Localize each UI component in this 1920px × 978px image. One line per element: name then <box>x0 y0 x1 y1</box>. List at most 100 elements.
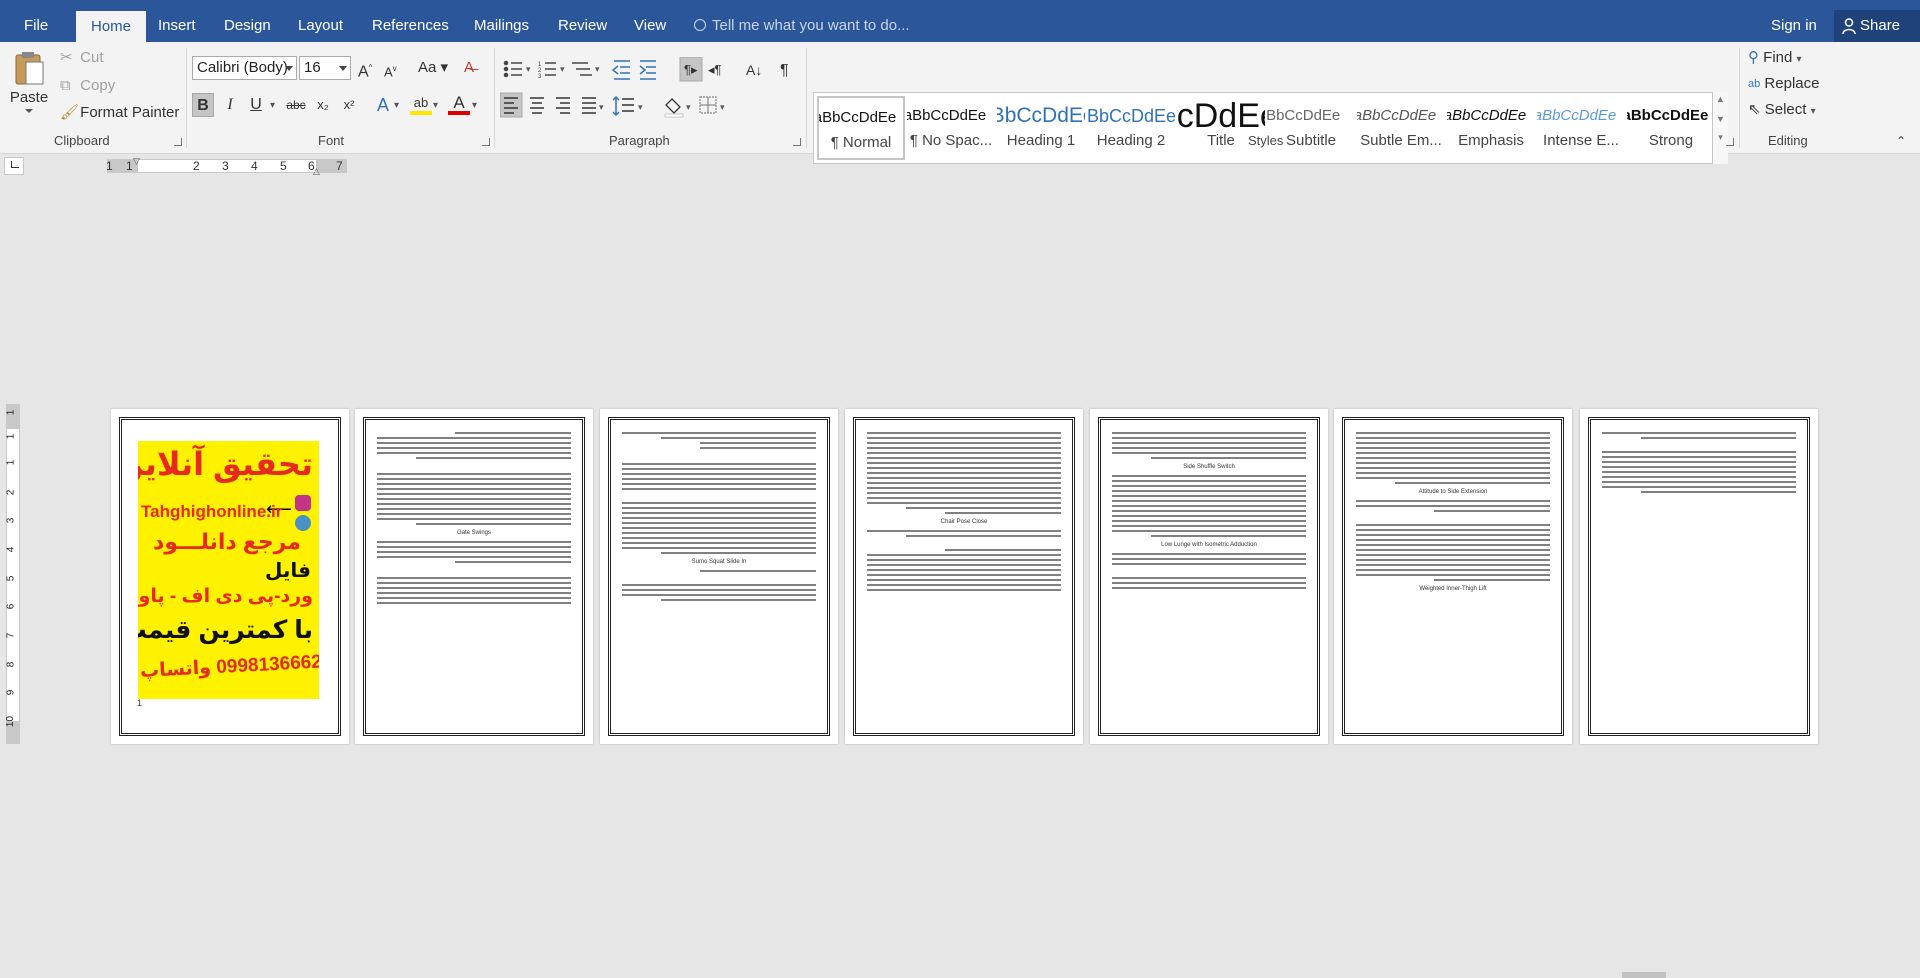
figure-caption: Sumo Squat Slide In <box>691 559 747 565</box>
font-name-box[interactable]: Calibri (Body) <box>192 56 297 80</box>
strikethrough-button[interactable]: abc <box>283 93 309 117</box>
right-indent-marker[interactable]: △ <box>313 166 320 177</box>
tab-references[interactable]: References <box>362 10 459 42</box>
select-button[interactable]: ⇖ Select ▾ <box>1748 99 1816 121</box>
page-5[interactable]: Side Shuffle Switch Low Lunge with Isome… <box>1090 409 1328 744</box>
ad-website: Tahghighonline.ir <box>141 502 283 521</box>
style-heading-1[interactable]: AaBbCcDdEe Heading 1 <box>997 96 1085 160</box>
first-line-indent-marker[interactable]: ▽ <box>133 156 140 167</box>
tab-selector[interactable] <box>4 157 24 175</box>
cut-button[interactable]: ✂ Cut <box>60 47 104 69</box>
find-button[interactable]: ⚲ Find ▾ <box>1748 47 1802 69</box>
clipboard-launcher-icon[interactable] <box>174 138 182 146</box>
tab-review[interactable]: Review <box>548 10 617 42</box>
font-launcher-icon[interactable] <box>482 138 490 146</box>
borders-icon <box>699 96 717 114</box>
change-case-icon: Aa <box>418 59 437 76</box>
ruler-tick: 3 <box>222 159 229 173</box>
change-case-button[interactable]: Aa ▾ <box>418 57 448 79</box>
chevron-down-icon[interactable]: ▼ <box>1713 114 1728 124</box>
style-sample: AaBbCcDdEe <box>819 109 897 126</box>
styles-launcher-icon[interactable] <box>1726 138 1734 146</box>
tab-mailings[interactable]: Mailings <box>464 10 539 42</box>
page-7[interactable] <box>1580 409 1818 744</box>
tab-file[interactable]: File <box>14 10 58 42</box>
tell-me-box[interactable]: Tell me what you want to do... <box>694 10 910 42</box>
page-6[interactable]: Attitude to Side Extension Weighted Inne… <box>1334 409 1572 744</box>
rtl-icon: ◂¶ <box>708 62 722 77</box>
share-button[interactable]: Share <box>1834 10 1920 42</box>
format-painter-button[interactable]: 🖌 Format Painter <box>60 102 179 124</box>
page-4[interactable]: Chair Pose Close <box>845 409 1083 744</box>
group-divider <box>494 48 495 148</box>
style-sample: AaBbCcDdEe <box>997 104 1085 127</box>
style-heading-2[interactable]: AaBbCcDdEe Heading 2 <box>1087 96 1175 160</box>
grow-font-button[interactable]: A^ <box>358 57 372 80</box>
collapse-ribbon-icon[interactable]: ⌃ <box>1896 134 1906 148</box>
style-title[interactable]: AaBbCcDdEe Title <box>1177 96 1265 160</box>
italic-button[interactable]: I <box>219 93 241 117</box>
styles-gallery-scroll[interactable]: ▲ ▼ ▾ <box>1712 92 1728 164</box>
shrink-font-icon: A <box>384 64 393 80</box>
chevron-down-icon[interactable]: ▾ <box>472 95 477 117</box>
group-divider <box>806 48 807 148</box>
style-sample: AaBbCcDdEe <box>1447 107 1527 124</box>
bold-button[interactable]: B <box>192 93 214 117</box>
tab-insert[interactable]: Insert <box>148 10 206 42</box>
tab-design[interactable]: Design <box>214 10 281 42</box>
scrollbar-thumb[interactable] <box>1622 972 1666 978</box>
cut-label: Cut <box>80 49 104 66</box>
paragraph-launcher-icon[interactable] <box>793 138 801 146</box>
style-intense-emphasis[interactable]: AaBbCcDdEe Intense E... <box>1537 96 1625 160</box>
multilevel-list-icon <box>572 62 592 76</box>
shrink-font-button[interactable]: Av <box>384 58 397 80</box>
copy-button[interactable]: ⧉ Copy <box>60 75 115 97</box>
ad-price: با کمترین قیمت بازار <box>138 616 313 644</box>
page-body: Chair Pose Close <box>857 421 1071 732</box>
style-subtle-emphasis[interactable]: AaBbCcDdEe Subtle Em... <box>1357 96 1445 160</box>
svg-text:▾: ▾ <box>599 102 604 112</box>
style-emphasis[interactable]: AaBbCcDdEe Emphasis <box>1447 96 1535 160</box>
figure-caption: Chair Pose Close <box>940 519 988 525</box>
chevron-down-icon[interactable]: ▾ <box>433 95 438 117</box>
sort-icon: A↓ <box>746 62 762 78</box>
chevron-down-icon[interactable]: ▾ <box>394 95 399 117</box>
text-effects-button[interactable]: A <box>372 93 394 117</box>
horizontal-scrollbar[interactable] <box>0 972 1920 978</box>
instagram-icon <box>295 495 311 511</box>
style-sample: AaBbCcDdEe <box>1177 97 1265 132</box>
tab-view[interactable]: View <box>624 10 676 42</box>
tab-home[interactable]: Home <box>76 11 146 42</box>
page-1[interactable]: تحقیق آنلاین ⟵ Tahghighonline.ir مرجع دا… <box>111 409 349 744</box>
style-sample: AaBbCcDdEe <box>1357 107 1437 124</box>
advertisement-image: تحقیق آنلاین ⟵ Tahghighonline.ir مرجع دا… <box>138 441 319 699</box>
sign-in-link[interactable]: Sign in <box>1771 10 1817 42</box>
vertical-ruler[interactable]: 1 1 1 2 3 4 5 6 7 8 9 10 <box>5 404 20 744</box>
style-strong[interactable]: AaBbCcDdEe Strong <box>1627 96 1715 160</box>
style-no-spacing[interactable]: AaBbCcDdEe ¶ No Spac... <box>907 96 995 160</box>
style-normal[interactable]: AaBbCcDdEe ¶ Normal <box>817 96 905 160</box>
find-label: Find <box>1763 49 1793 66</box>
page-3[interactable]: Sumo Squat Slide In <box>600 409 838 744</box>
page-2[interactable]: Gate Swings <box>355 409 593 744</box>
font-size-box[interactable]: 16 <box>299 56 351 80</box>
paste-button[interactable]: Paste <box>8 48 50 128</box>
chevron-up-icon[interactable]: ▲ <box>1713 94 1728 104</box>
ruler-tick: 10 <box>5 715 17 728</box>
underline-button[interactable]: U <box>245 93 267 117</box>
horizontal-ruler[interactable]: 1 1 2 3 4 5 6 7 ▽ △ <box>106 156 347 176</box>
clear-formatting-button[interactable]: A̶ <box>464 57 474 79</box>
select-label: Select <box>1764 101 1807 118</box>
subscript-button[interactable]: x₂ <box>312 93 334 117</box>
highlight-button[interactable]: ab <box>410 93 432 115</box>
style-subtitle[interactable]: AaBbCcDdEe Subtitle <box>1267 96 1355 160</box>
tab-layout[interactable]: Layout <box>288 10 353 42</box>
font-color-button[interactable]: A <box>448 93 470 115</box>
underline-dropdown-icon[interactable]: ▾ <box>270 95 275 117</box>
svg-text:▾: ▾ <box>720 102 725 112</box>
replace-button[interactable]: ab Replace <box>1748 73 1819 95</box>
page-body: Sumo Squat Slide In <box>612 421 826 732</box>
superscript-button[interactable]: x² <box>338 93 360 117</box>
style-sample: AaBbCcDdEe <box>1627 107 1709 124</box>
svg-text:3: 3 <box>538 74 542 80</box>
